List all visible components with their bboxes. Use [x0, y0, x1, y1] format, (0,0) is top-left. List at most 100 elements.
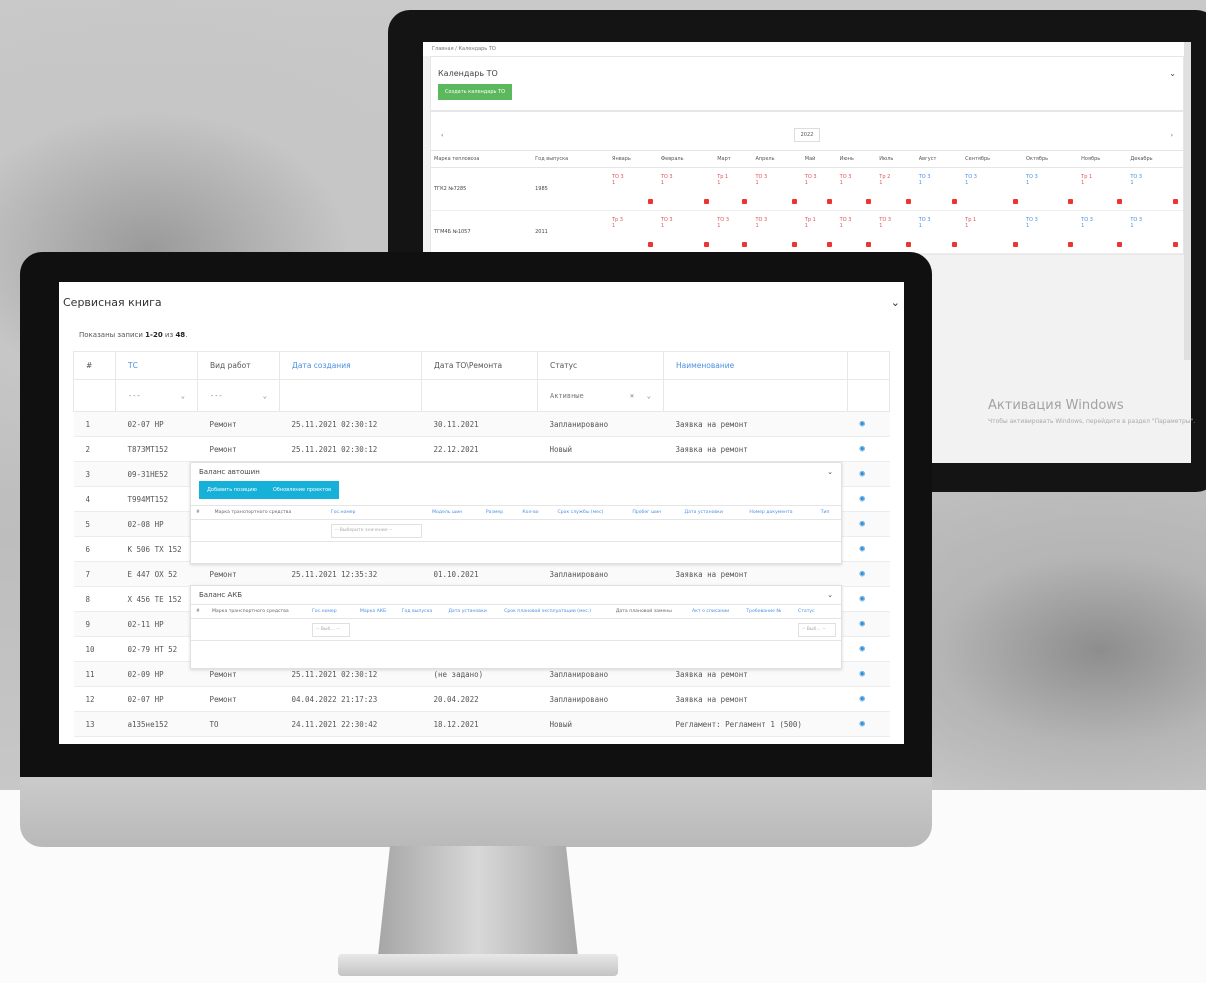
- clear-icon[interactable]: ×: [630, 392, 634, 400]
- chevron-down-icon[interactable]: ⌄: [1169, 69, 1176, 78]
- work-type-filter[interactable]: --- ⌄: [197, 379, 280, 412]
- calendar-icon[interactable]: [647, 199, 653, 204]
- calendar-icon[interactable]: [952, 242, 958, 247]
- eye-icon[interactable]: ◉: [860, 569, 865, 579]
- create-calendar-button[interactable]: Создать календарь ТО: [438, 84, 513, 100]
- battery-column-header[interactable]: Марка АКБ: [354, 604, 397, 619]
- vehicle-filter[interactable]: --- ⌄: [115, 379, 198, 412]
- calendar-icon[interactable]: [952, 199, 958, 204]
- maintenance-event[interactable]: ТО 3 1: [840, 217, 874, 247]
- tire-column-header[interactable]: Модель шин: [427, 505, 481, 520]
- maintenance-event[interactable]: ТО 3 1: [840, 174, 874, 204]
- maintenance-event[interactable]: Тр 3 1: [612, 217, 655, 247]
- tire-column-header[interactable]: Номер документа: [744, 505, 816, 520]
- calendar-icon[interactable]: [1068, 199, 1074, 204]
- maintenance-event[interactable]: Тр 1 1: [965, 217, 1020, 247]
- eye-icon[interactable]: ◉: [860, 619, 865, 629]
- battery-column-header[interactable]: Статус: [793, 604, 841, 619]
- col-vehicle[interactable]: ТС: [115, 351, 198, 380]
- calendar-icon[interactable]: [1068, 242, 1074, 247]
- col-created[interactable]: Дата создания: [279, 351, 422, 380]
- calendar-icon[interactable]: [791, 242, 797, 247]
- status-select[interactable]: -- Выб... --: [798, 622, 836, 637]
- calendar-icon[interactable]: [866, 199, 872, 204]
- calendar-icon[interactable]: [704, 199, 710, 204]
- eye-icon[interactable]: ◉: [860, 419, 865, 429]
- service-date-filter[interactable]: [421, 379, 538, 412]
- eye-icon[interactable]: ◉: [860, 594, 865, 604]
- calendar-icon[interactable]: [866, 242, 872, 247]
- chevron-down-icon[interactable]: ⌄: [827, 468, 833, 476]
- calendar-icon[interactable]: [1173, 242, 1178, 247]
- calendar-icon[interactable]: [1173, 199, 1178, 204]
- tire-column-header[interactable]: Размер: [480, 505, 518, 520]
- eye-icon[interactable]: ◉: [860, 644, 865, 654]
- maintenance-event[interactable]: Тр 1 1: [805, 217, 834, 247]
- tire-column-header[interactable]: Тип: [815, 505, 841, 520]
- add-position-button[interactable]: Добавить позицию: [199, 481, 265, 499]
- maintenance-event[interactable]: ТО 3 1: [755, 217, 798, 247]
- calendar-icon[interactable]: [1117, 199, 1123, 204]
- chevron-down-icon[interactable]: ⌄: [891, 296, 900, 309]
- battery-column-header[interactable]: Год выпуска: [396, 604, 444, 619]
- scrollbar[interactable]: [1184, 42, 1191, 360]
- maintenance-event[interactable]: ТО 3 1: [612, 174, 655, 204]
- vehicle-select[interactable]: -- Выб... --: [312, 622, 350, 637]
- calendar-icon[interactable]: [647, 242, 653, 247]
- battery-column-header[interactable]: Требование №: [741, 604, 793, 619]
- calendar-icon[interactable]: [704, 242, 710, 247]
- eye-icon[interactable]: ◉: [860, 719, 865, 729]
- maintenance-event[interactable]: ТО 3 1: [1026, 217, 1075, 247]
- calendar-icon[interactable]: [742, 199, 748, 204]
- eye-icon[interactable]: ◉: [860, 519, 865, 529]
- maintenance-event[interactable]: ТО 3 1: [919, 217, 959, 247]
- eye-icon[interactable]: ◉: [860, 469, 865, 479]
- tire-column-header[interactable]: Гос.номер: [325, 505, 428, 520]
- name-filter[interactable]: [663, 379, 848, 412]
- battery-column-header[interactable]: Дата плановой замены: [610, 604, 688, 619]
- calendar-icon[interactable]: [905, 199, 911, 204]
- col-name[interactable]: Наименование: [663, 351, 848, 380]
- battery-column-header[interactable]: Дата установки: [443, 604, 500, 619]
- maintenance-event[interactable]: ТО 3 1: [1130, 174, 1180, 204]
- maintenance-event[interactable]: ТО 3 1: [661, 217, 711, 247]
- eye-icon[interactable]: ◉: [860, 694, 865, 704]
- calendar-icon[interactable]: [1012, 242, 1018, 247]
- breadcrumb[interactable]: Главная / Календарь ТО: [423, 42, 1191, 56]
- maintenance-event[interactable]: ТО 3 1: [1130, 217, 1180, 247]
- eye-icon[interactable]: ◉: [860, 669, 865, 679]
- eye-icon[interactable]: ◉: [860, 494, 865, 504]
- calendar-icon[interactable]: [826, 242, 832, 247]
- maintenance-event[interactable]: ТО 3 1: [805, 174, 834, 204]
- next-year-button[interactable]: ›: [1171, 132, 1173, 139]
- tire-column-header[interactable]: Кол-во: [517, 505, 553, 520]
- prev-year-button[interactable]: ‹: [441, 132, 443, 139]
- maintenance-event[interactable]: ТО 3 1: [661, 174, 711, 204]
- calendar-icon[interactable]: [742, 242, 748, 247]
- calendar-icon[interactable]: [1012, 199, 1018, 204]
- maintenance-event[interactable]: ТО 3 1: [965, 174, 1020, 204]
- tire-column-header[interactable]: Срок службы (мес): [552, 505, 628, 520]
- maintenance-event[interactable]: Тр 1 1: [1081, 174, 1124, 204]
- status-filter[interactable]: Активные × ⌄: [537, 379, 664, 412]
- eye-icon[interactable]: ◉: [860, 544, 865, 554]
- battery-column-header[interactable]: Акт о списании: [687, 604, 742, 619]
- maintenance-event[interactable]: ТО 3 1: [1026, 174, 1075, 204]
- chevron-down-icon[interactable]: ⌄: [827, 591, 833, 599]
- calendar-icon[interactable]: [791, 199, 797, 204]
- maintenance-event[interactable]: Тр 2 1: [879, 174, 912, 204]
- tire-column-header[interactable]: Дата установки: [679, 505, 745, 520]
- maintenance-event[interactable]: ТО 3 1: [879, 217, 912, 247]
- maintenance-event[interactable]: ТО 3 1: [919, 174, 959, 204]
- update-projects-button[interactable]: Обновление проектов: [265, 481, 339, 499]
- calendar-icon[interactable]: [826, 199, 832, 204]
- eye-icon[interactable]: ◉: [860, 444, 865, 454]
- calendar-icon[interactable]: [905, 242, 911, 247]
- battery-column-header[interactable]: Срок плановой эксплуатации (мес.): [499, 604, 611, 619]
- tire-column-header[interactable]: Пробег шин: [627, 505, 680, 520]
- maintenance-event[interactable]: ТО 3 1: [717, 217, 749, 247]
- maintenance-event[interactable]: ТО 3 1: [755, 174, 798, 204]
- battery-column-header[interactable]: Гос.номер: [307, 604, 355, 619]
- maintenance-event[interactable]: Тр 1 1: [717, 174, 749, 204]
- calendar-icon[interactable]: [1117, 242, 1123, 247]
